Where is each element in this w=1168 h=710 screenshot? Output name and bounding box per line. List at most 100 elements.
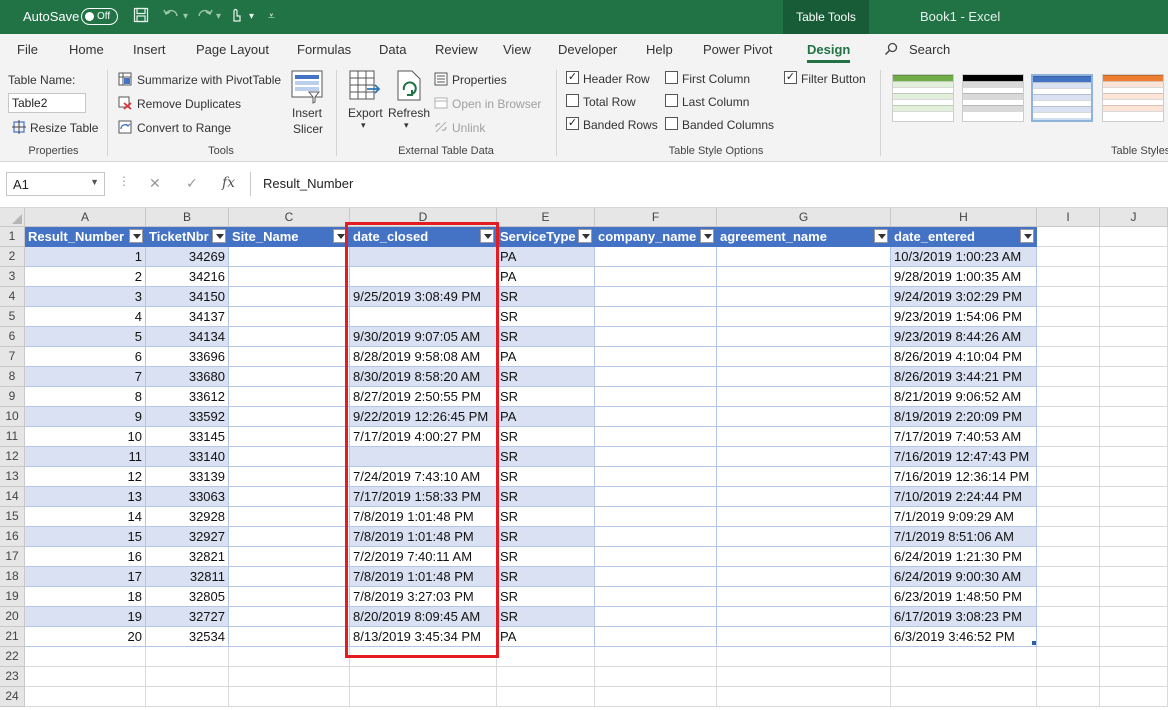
empty-cell[interactable] (1037, 547, 1100, 567)
table-cell[interactable]: 33592 (146, 407, 229, 427)
empty-cell[interactable] (146, 687, 229, 707)
table-cell[interactable]: SR (497, 527, 595, 547)
row-header-22[interactable]: 22 (0, 647, 25, 667)
table-cell[interactable] (229, 347, 350, 367)
table-cell[interactable]: 34134 (146, 327, 229, 347)
tab-review[interactable]: Review (435, 42, 478, 57)
empty-cell[interactable] (497, 667, 595, 687)
table-cell[interactable] (229, 247, 350, 267)
empty-cell[interactable] (350, 687, 497, 707)
row-header-18[interactable]: 18 (0, 567, 25, 587)
table-cell[interactable] (595, 247, 717, 267)
empty-cell[interactable] (25, 687, 146, 707)
search-label[interactable]: Search (909, 42, 950, 57)
table-cell[interactable] (595, 607, 717, 627)
table-cell[interactable] (229, 567, 350, 587)
column-header-g[interactable]: G (717, 208, 891, 227)
column-header-h[interactable]: H (891, 208, 1037, 227)
table-cell[interactable] (717, 387, 891, 407)
empty-cell[interactable] (1037, 487, 1100, 507)
table-cell[interactable] (717, 527, 891, 547)
table-cell[interactable] (229, 407, 350, 427)
tab-data[interactable]: Data (379, 42, 406, 57)
empty-cell[interactable] (497, 687, 595, 707)
table-cell[interactable]: 7/17/2019 7:40:53 AM (891, 427, 1037, 447)
empty-cell[interactable] (1037, 667, 1100, 687)
banded-rows-label[interactable]: Banded Rows (583, 118, 658, 132)
empty-cell[interactable] (891, 687, 1037, 707)
row-header-13[interactable]: 13 (0, 467, 25, 487)
table-cell[interactable]: PA (497, 247, 595, 267)
empty-cell[interactable] (717, 667, 891, 687)
banded-columns-checkbox[interactable] (665, 117, 678, 130)
table-cell[interactable]: 9/23/2019 1:54:06 PM (891, 307, 1037, 327)
refresh-dropdown-icon[interactable]: ▾ (404, 120, 409, 131)
empty-cell[interactable] (1037, 447, 1100, 467)
table-header-cell[interactable]: ServiceType (497, 227, 595, 247)
table-cell[interactable]: PA (497, 627, 595, 647)
table-cell[interactable] (717, 427, 891, 447)
table-cell[interactable]: 7/16/2019 12:47:43 PM (891, 447, 1037, 467)
row-header-15[interactable]: 15 (0, 507, 25, 527)
row-header-19[interactable]: 19 (0, 587, 25, 607)
tab-view[interactable]: View (503, 42, 531, 57)
table-cell[interactable]: 32534 (146, 627, 229, 647)
table-cell[interactable] (717, 447, 891, 467)
table-cell[interactable] (595, 287, 717, 307)
empty-cell[interactable] (1037, 567, 1100, 587)
table-cell[interactable] (229, 527, 350, 547)
name-box-dropdown-icon[interactable]: ▼ (90, 177, 99, 187)
table-cell[interactable] (717, 407, 891, 427)
table-cell[interactable]: 33139 (146, 467, 229, 487)
row-header-8[interactable]: 8 (0, 367, 25, 387)
empty-cell[interactable] (497, 647, 595, 667)
table-cell[interactable] (595, 487, 717, 507)
empty-cell[interactable] (1100, 387, 1168, 407)
empty-cell[interactable] (595, 647, 717, 667)
last-column-label[interactable]: Last Column (682, 95, 749, 109)
table-cell[interactable] (229, 607, 350, 627)
tab-power-pivot[interactable]: Power Pivot (703, 42, 772, 57)
row-header-21[interactable]: 21 (0, 627, 25, 647)
table-cell[interactable]: 6/17/2019 3:08:23 PM (891, 607, 1037, 627)
table-cell[interactable] (229, 587, 350, 607)
table-cell[interactable] (717, 247, 891, 267)
empty-cell[interactable] (1037, 427, 1100, 447)
table-cell[interactable]: 33612 (146, 387, 229, 407)
table-cell[interactable]: 3 (25, 287, 146, 307)
table-cell[interactable]: SR (497, 387, 595, 407)
table-cell[interactable]: SR (497, 507, 595, 527)
table-style-swatch-green[interactable] (892, 74, 954, 122)
row-header-14[interactable]: 14 (0, 487, 25, 507)
table-cell[interactable] (717, 507, 891, 527)
table-cell[interactable]: 7/1/2019 8:51:06 AM (891, 527, 1037, 547)
empty-cell[interactable] (1037, 607, 1100, 627)
empty-cell[interactable] (1100, 687, 1168, 707)
table-cell[interactable]: PA (497, 347, 595, 367)
table-cell[interactable]: SR (497, 447, 595, 467)
header-row-label[interactable]: Header Row (583, 72, 650, 86)
empty-cell[interactable] (1100, 567, 1168, 587)
first-column-checkbox[interactable] (665, 71, 678, 84)
autosave-toggle[interactable]: Off (81, 8, 118, 25)
table-cell[interactable]: 9 (25, 407, 146, 427)
table-cell[interactable] (595, 387, 717, 407)
insert-slicer-label-2[interactable]: Slicer (293, 122, 323, 136)
column-header-f[interactable]: F (595, 208, 717, 227)
tab-formulas[interactable]: Formulas (297, 42, 351, 57)
row-header-1[interactable]: 1 (0, 227, 25, 247)
empty-cell[interactable] (1037, 267, 1100, 287)
empty-cell[interactable] (891, 667, 1037, 687)
empty-cell[interactable] (1100, 447, 1168, 467)
empty-cell[interactable] (25, 647, 146, 667)
table-cell[interactable]: PA (497, 267, 595, 287)
table-cell[interactable]: 10 (25, 427, 146, 447)
table-cell[interactable] (595, 267, 717, 287)
table-cell[interactable] (229, 507, 350, 527)
convert-range-button[interactable]: Convert to Range (137, 121, 231, 135)
table-cell[interactable]: 32727 (146, 607, 229, 627)
column-header-j[interactable]: J (1100, 208, 1168, 227)
table-cell[interactable] (595, 627, 717, 647)
row-header-11[interactable]: 11 (0, 427, 25, 447)
table-cell[interactable] (595, 367, 717, 387)
